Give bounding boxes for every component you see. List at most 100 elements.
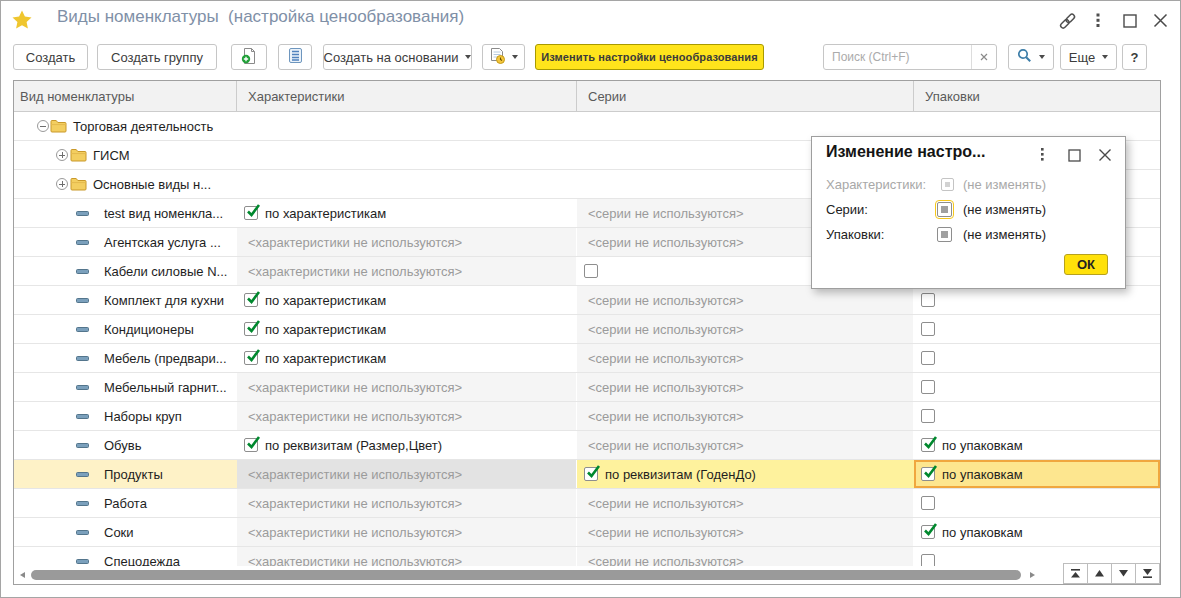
maximize-icon[interactable] bbox=[1123, 14, 1137, 31]
scrollbar-thumb[interactable] bbox=[31, 570, 1021, 580]
series-cell[interactable]: <серии не используются> bbox=[577, 315, 914, 343]
ok-button[interactable]: ОК bbox=[1064, 254, 1108, 275]
menu-dots-icon[interactable] bbox=[1096, 13, 1100, 31]
go-next-button[interactable] bbox=[1111, 563, 1136, 584]
link-icon[interactable] bbox=[1058, 12, 1077, 33]
characteristics-cell[interactable]: <характеристики не используются> bbox=[237, 402, 577, 430]
copy-item-button[interactable] bbox=[231, 44, 267, 70]
characteristics-cell[interactable]: по реквизитам (Размер,Цвет) bbox=[237, 431, 577, 459]
item-name-cell[interactable]: Комплект для кухни bbox=[14, 286, 237, 314]
list-view-button[interactable] bbox=[278, 44, 312, 70]
go-last-button[interactable] bbox=[1135, 563, 1160, 584]
characteristics-cell[interactable]: <характеристики не используются> bbox=[237, 373, 577, 401]
create-based-icon-button[interactable] bbox=[482, 44, 525, 70]
scroll-right-icon[interactable] bbox=[1030, 572, 1035, 578]
column-header-series[interactable]: Серии bbox=[577, 81, 914, 111]
table-row[interactable]: Наборы круп<характеристики не используют… bbox=[14, 402, 1160, 431]
change-pricing-settings-button[interactable]: Изменить настройки ценообразования bbox=[535, 44, 764, 70]
table-row[interactable]: Обувьпо реквизитам (Размер,Цвет)<серии н… bbox=[14, 431, 1160, 460]
characteristics-checkbox[interactable] bbox=[244, 438, 258, 452]
packs-cell[interactable] bbox=[914, 344, 1160, 372]
item-name-cell[interactable]: test вид номенкла... bbox=[14, 199, 237, 227]
search-input[interactable] bbox=[824, 49, 971, 65]
characteristics-cell[interactable]: <характеристики не используются> bbox=[237, 518, 577, 546]
packs-checkbox[interactable] bbox=[921, 438, 935, 452]
packs-cell[interactable] bbox=[914, 315, 1160, 343]
column-header-vid[interactable]: Вид номенклатуры bbox=[14, 81, 237, 111]
table-row[interactable]: Работа<характеристики не используются><с… bbox=[14, 489, 1160, 518]
dialog-menu-dots-icon[interactable] bbox=[1041, 148, 1044, 164]
clear-search-icon[interactable] bbox=[971, 45, 996, 69]
packs-checkbox[interactable] bbox=[921, 351, 935, 365]
table-row[interactable]: Соки<характеристики не используются><сер… bbox=[14, 518, 1160, 547]
packs-cell[interactable] bbox=[914, 402, 1160, 430]
table-header[interactable]: Вид номенклатуры Характеристики Серии Уп… bbox=[14, 81, 1160, 112]
packs-cell[interactable]: по упаковкам bbox=[914, 518, 1160, 546]
create-group-button[interactable]: Создать группу bbox=[97, 44, 217, 70]
characteristics-cell[interactable]: <характеристики не используются> bbox=[237, 257, 577, 285]
series-cell[interactable]: <серии не используются> bbox=[577, 489, 914, 517]
horizontal-scrollbar[interactable] bbox=[14, 566, 1159, 584]
series-checkbox[interactable] bbox=[584, 264, 598, 278]
packs-cell[interactable]: по упаковкам bbox=[914, 431, 1160, 459]
close-icon[interactable] bbox=[1153, 13, 1168, 31]
packs-cell[interactable]: по упаковкам bbox=[914, 460, 1160, 488]
item-name-cell[interactable]: Агентская услуга ... bbox=[14, 228, 237, 256]
item-name-cell[interactable]: Соки bbox=[14, 518, 237, 546]
item-name-cell[interactable]: Наборы круп bbox=[14, 402, 237, 430]
table-row[interactable]: Мебельный гарнит...<характеристики не ис… bbox=[14, 373, 1160, 402]
series-cell[interactable]: <серии не используются> bbox=[577, 518, 914, 546]
go-first-button[interactable] bbox=[1063, 563, 1088, 584]
characteristics-checkbox[interactable] bbox=[244, 293, 258, 307]
series-cell[interactable]: <серии не используются> bbox=[577, 402, 914, 430]
table-row[interactable]: Продукты<характеристики не используются>… bbox=[14, 460, 1160, 489]
scroll-left-icon[interactable] bbox=[20, 572, 25, 578]
item-name-cell[interactable]: Кабели силовые N... bbox=[14, 257, 237, 285]
series-checkbox[interactable] bbox=[937, 202, 952, 217]
characteristics-cell[interactable]: по характеристикам bbox=[237, 344, 577, 372]
characteristics-cell[interactable]: по характеристикам bbox=[237, 286, 577, 314]
expand-icon[interactable] bbox=[56, 149, 68, 161]
packs-cell[interactable] bbox=[914, 286, 1160, 314]
table-row[interactable]: Мебель (предвари...по характеристикам<се… bbox=[14, 344, 1160, 373]
series-cell[interactable]: <серии не используются> bbox=[577, 373, 914, 401]
item-name-cell[interactable]: Мебель (предвари... bbox=[14, 344, 237, 372]
expand-icon[interactable] bbox=[56, 178, 68, 190]
series-cell[interactable]: по реквизитам (ГоденДо) bbox=[577, 460, 914, 488]
packs-checkbox[interactable] bbox=[921, 409, 935, 423]
item-name-cell[interactable]: Продукты bbox=[14, 460, 237, 488]
column-header-packs[interactable]: Упаковки bbox=[914, 81, 1160, 111]
item-name-cell[interactable]: Работа bbox=[14, 489, 237, 517]
characteristics-cell[interactable]: <характеристики не используются> bbox=[237, 228, 577, 256]
characteristics-checkbox[interactable] bbox=[941, 178, 954, 191]
packs-checkbox[interactable] bbox=[921, 496, 935, 510]
characteristics-checkbox[interactable] bbox=[244, 322, 258, 336]
create-button[interactable]: Создать bbox=[13, 44, 88, 70]
characteristics-cell[interactable]: по характеристикам bbox=[237, 315, 577, 343]
series-cell[interactable]: <серии не используются> bbox=[577, 286, 914, 314]
item-name-cell[interactable]: Кондиционеры bbox=[14, 315, 237, 343]
characteristics-checkbox[interactable] bbox=[244, 206, 258, 220]
item-name-cell[interactable]: Обувь bbox=[14, 431, 237, 459]
packs-checkbox[interactable] bbox=[921, 322, 935, 336]
collapse-icon[interactable] bbox=[37, 120, 49, 132]
series-checkbox[interactable] bbox=[584, 467, 598, 481]
dialog-maximize-icon[interactable] bbox=[1068, 149, 1081, 165]
packs-cell[interactable] bbox=[914, 373, 1160, 401]
search-box[interactable] bbox=[823, 44, 997, 70]
series-cell[interactable]: <серии не используются> bbox=[577, 344, 914, 372]
create-based-on-button[interactable]: Создать на основании bbox=[323, 44, 472, 70]
packs-checkbox[interactable] bbox=[921, 293, 935, 307]
go-prev-button[interactable] bbox=[1087, 563, 1112, 584]
table-row[interactable]: Комплект для кухнипо характеристикам<сер… bbox=[14, 286, 1160, 315]
characteristics-cell[interactable]: <характеристики не используются> bbox=[237, 460, 577, 488]
item-name-cell[interactable]: Мебельный гарнит... bbox=[14, 373, 237, 401]
help-button[interactable]: ? bbox=[1122, 44, 1147, 70]
characteristics-cell[interactable]: <характеристики не используются> bbox=[237, 489, 577, 517]
characteristics-cell[interactable]: по характеристикам bbox=[237, 199, 577, 227]
packs-cell[interactable] bbox=[914, 489, 1160, 517]
favorite-star-icon[interactable] bbox=[12, 10, 32, 32]
more-button[interactable]: Еще bbox=[1060, 44, 1117, 70]
dialog-close-icon[interactable] bbox=[1098, 148, 1112, 165]
characteristics-checkbox[interactable] bbox=[244, 351, 258, 365]
